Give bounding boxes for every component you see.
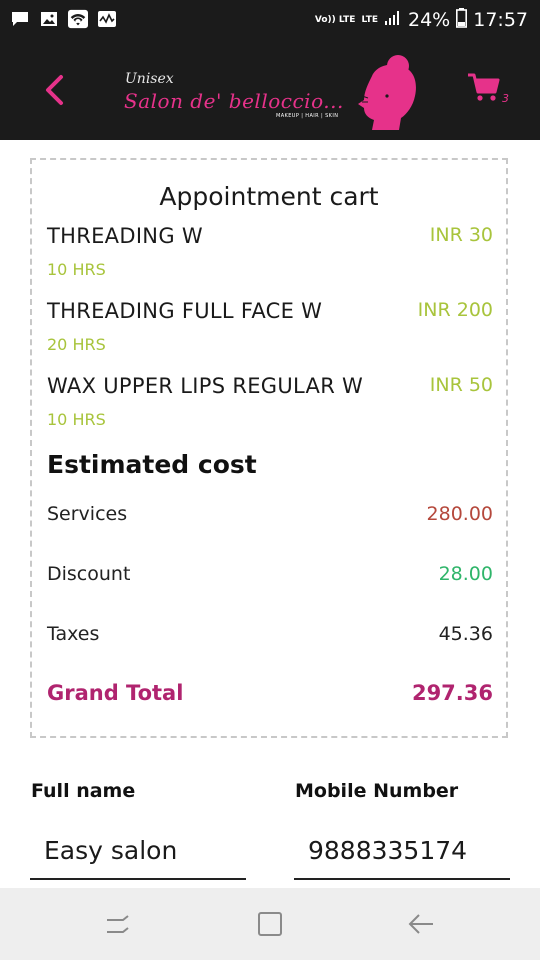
lte-indicator: LTE [361, 14, 378, 25]
grand-total-row: Grand Total 297.36 [47, 681, 493, 707]
services-label: Services [47, 503, 128, 525]
brand-subtitle: Unisex [125, 71, 174, 87]
taxes-row: Taxes 45.36 [47, 623, 493, 649]
recent-apps-icon [107, 915, 129, 933]
grand-total-label: Grand Total [47, 681, 184, 705]
service-price: INR 30 [429, 224, 493, 246]
signal-icon [384, 9, 402, 31]
gallery-icon [39, 9, 59, 29]
taxes-value: 45.36 [438, 623, 493, 645]
home-icon [258, 912, 282, 936]
home-button[interactable] [250, 906, 290, 942]
activity-icon [97, 9, 117, 29]
system-nav-bar [0, 888, 540, 960]
system-indicators: Vo)) LTE LTE 24% 17:57 [315, 0, 528, 40]
app-header: Unisex Salon de' belloccio... MAKEUP | H… [0, 40, 540, 140]
service-name: WAX UPPER LIPS REGULAR W [47, 374, 364, 398]
service-name: THREADING W [47, 224, 203, 248]
wifi-icon [68, 9, 88, 29]
appointment-cart: Appointment cart THREADING W INR 30 10 H… [30, 158, 508, 738]
cart-count-badge: 3 [502, 92, 509, 105]
cart-icon [468, 73, 500, 101]
chevron-left-icon [46, 75, 63, 105]
grand-total-value: 297.36 [411, 681, 493, 705]
services-value: 280.00 [426, 503, 493, 525]
back-icon [408, 914, 433, 934]
volte-indicator: Vo)) LTE [314, 14, 356, 25]
status-bar: Vo)) LTE LTE 24% 17:57 [0, 0, 540, 40]
mobile-number-input[interactable] [294, 822, 510, 880]
brand-tagline: MAKEUP | HAIR | SKIN [276, 113, 339, 119]
service-price: INR 200 [417, 299, 493, 321]
battery-percent: 24% [408, 9, 451, 31]
woman-silhouette-logo [358, 55, 416, 130]
service-duration: 10 HRS [47, 410, 106, 429]
notification-icons [10, 9, 117, 29]
recent-apps-button[interactable] [98, 906, 138, 942]
clock: 17:57 [473, 9, 528, 31]
service-duration: 10 HRS [47, 260, 106, 279]
brand-logo: Unisex Salon de' belloccio... MAKEUP | H… [120, 54, 420, 132]
chat-notification-icon [10, 9, 30, 29]
discount-row: Discount 28.00 [47, 563, 493, 589]
cart-title: Appointment cart [159, 182, 379, 211]
full-name-label: Full name [31, 780, 136, 802]
battery-icon [456, 7, 468, 33]
service-duration: 20 HRS [47, 335, 106, 354]
brand-name: Salon de' belloccio... [124, 89, 344, 113]
service-name: THREADING FULL FACE W [47, 299, 323, 323]
services-row: Services 280.00 [47, 503, 493, 529]
cart-button[interactable]: 3 [466, 70, 516, 110]
estimated-cost-heading: Estimated cost [47, 450, 257, 479]
discount-value: 28.00 [438, 563, 493, 585]
discount-label: Discount [47, 563, 131, 585]
service-price: INR 50 [429, 374, 493, 396]
nav-back-button[interactable] [401, 906, 441, 942]
full-name-input[interactable] [30, 822, 246, 880]
mobile-number-label: Mobile Number [295, 780, 459, 802]
back-button[interactable] [36, 70, 72, 110]
taxes-label: Taxes [47, 623, 100, 645]
